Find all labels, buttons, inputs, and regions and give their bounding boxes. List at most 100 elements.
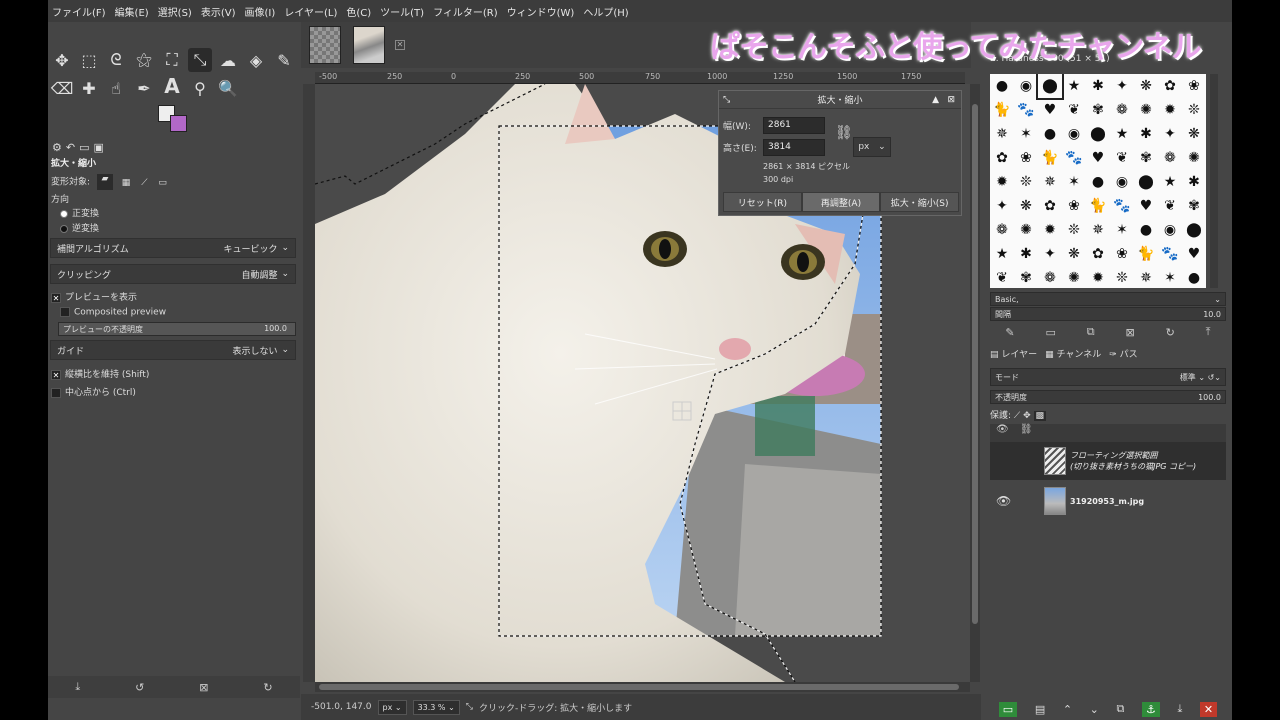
brush-preview-cell[interactable]: ★ <box>1062 74 1086 98</box>
brush-preview-cell[interactable]: ✵ <box>1086 218 1110 242</box>
brush-preview-cell[interactable]: ✿ <box>1038 194 1062 218</box>
unit-select[interactable]: px ⌄ <box>377 699 407 715</box>
chain-link-icon[interactable]: ⛓ <box>835 125 853 141</box>
brush-preview-cell[interactable]: ✦ <box>1038 242 1062 266</box>
brush-preview-cell[interactable]: 🐈 <box>1038 146 1062 170</box>
layer-mode-dropdown[interactable]: モード 標準 ⌄ ↺⌄ <box>990 368 1226 386</box>
interpolation-dropdown[interactable]: 補間アルゴリズム キュービック ⌄ <box>50 238 296 258</box>
menu-file[interactable]: ファイル(F) <box>52 4 106 19</box>
brush-preview-cell[interactable]: ✱ <box>1086 74 1110 98</box>
brush-preview-cell[interactable]: ✹ <box>1038 218 1062 242</box>
brush-preview-cell[interactable]: ❦ <box>1158 194 1182 218</box>
brush-preview-cell[interactable]: ❊ <box>1062 218 1086 242</box>
eraser-tool-icon[interactable]: ⌫ <box>50 76 74 100</box>
close-tab-icon[interactable]: ✕ <box>395 40 405 50</box>
tab-paths[interactable]: ✑ パス <box>1109 347 1137 360</box>
delete-layer-icon[interactable]: ✕ <box>1199 701 1218 717</box>
brush-tag-filter[interactable]: Basic, ⌄ <box>990 292 1226 306</box>
brush-preview-cell[interactable]: 🐾 <box>1158 242 1182 266</box>
collapse-icon[interactable]: ▲ <box>932 95 939 105</box>
eye-icon[interactable]: 👁 <box>996 494 1011 508</box>
brush-preview-cell[interactable]: ❋ <box>1182 122 1206 146</box>
brush-preview-cell[interactable]: ❦ <box>990 266 1014 288</box>
brush-preview-cell[interactable]: 🐾 <box>1062 146 1086 170</box>
brush-preview-cell[interactable]: ● <box>1086 170 1110 194</box>
brush-preview-cell[interactable]: ✾ <box>1182 194 1206 218</box>
menu-layer[interactable]: レイヤー(L) <box>284 4 337 19</box>
brush-preview-cell[interactable]: ✺ <box>1134 98 1158 122</box>
keep-aspect-checkbox[interactable]: ✕ 縦横比を維持 (Shift) <box>51 367 149 380</box>
reset-options-icon[interactable]: ↻ <box>263 681 272 694</box>
menu-select[interactable]: 選択(S) <box>158 4 192 19</box>
brush-preview-cell[interactable]: ✺ <box>1014 218 1038 242</box>
new-layer-icon[interactable]: ▭ <box>998 701 1018 717</box>
brush-scrollbar[interactable] <box>1210 74 1218 288</box>
from-center-checkbox[interactable]: 中心点から (Ctrl) <box>51 385 136 398</box>
brush-preview-cell[interactable]: ● <box>1134 218 1158 242</box>
paintbrush-tool-icon[interactable]: ✎ <box>272 48 296 72</box>
brush-preview-cell[interactable]: ✱ <box>1182 170 1206 194</box>
brush-preview-cell[interactable]: ✶ <box>1110 218 1134 242</box>
direction-reverse-radio[interactable]: 逆変換 <box>60 221 99 234</box>
restore-options-icon[interactable]: ↺ <box>135 681 144 694</box>
brush-preview-cell[interactable]: ❁ <box>1038 266 1062 288</box>
new-layer-group-icon[interactable]: ▤ <box>1035 703 1045 716</box>
show-preview-checkbox[interactable]: ✕ プレビューを表示 <box>51 290 137 303</box>
scroll-thumb[interactable] <box>319 684 959 690</box>
lock-position-icon[interactable]: ✥ <box>1023 411 1033 421</box>
menu-view[interactable]: 表示(V) <box>201 4 236 19</box>
brush-preview-cell[interactable]: ✦ <box>990 194 1014 218</box>
horizontal-scrollbar[interactable] <box>315 682 970 692</box>
delete-brush-icon[interactable]: ⊠ <box>1125 326 1134 339</box>
scale-tool-icon[interactable]: ⤡ <box>188 48 212 72</box>
zoom-select[interactable]: 33.3 % ⌄ <box>412 699 460 715</box>
brush-preview-cell[interactable]: ❋ <box>1062 242 1086 266</box>
brush-preview-cell[interactable]: ❊ <box>1014 170 1038 194</box>
smudge-tool-icon[interactable]: ☝ <box>104 76 128 100</box>
brush-preview-cell[interactable]: ✾ <box>1014 266 1038 288</box>
brush-preview-cell[interactable]: ● <box>990 74 1014 98</box>
brush-preview-cell[interactable]: ♥ <box>1086 146 1110 170</box>
brush-preview-cell[interactable]: ◉ <box>1158 218 1182 242</box>
brush-preview-cell[interactable]: ◉ <box>1014 74 1038 98</box>
brush-preview-cell[interactable]: ♥ <box>1134 194 1158 218</box>
raise-layer-icon[interactable]: ⌃ <box>1063 703 1072 716</box>
transform-image-icon[interactable]: ▭ <box>158 178 167 188</box>
brush-preview-cell[interactable]: ◉ <box>1062 122 1086 146</box>
duplicate-brush-icon[interactable]: ⧉ <box>1087 325 1095 339</box>
brush-preview-cell[interactable]: ✺ <box>1062 266 1086 288</box>
brush-preview-cell[interactable]: ★ <box>1110 122 1134 146</box>
menu-image[interactable]: 画像(I) <box>245 4 276 19</box>
guide-dropdown[interactable]: ガイド 表示しない ⌄ <box>50 340 296 360</box>
move-tool-icon[interactable]: ✥ <box>50 48 74 72</box>
height-input[interactable]: 3814 <box>763 139 825 156</box>
brush-preview-cell[interactable]: ❀ <box>1014 146 1038 170</box>
brush-preview-cell[interactable]: ✦ <box>1158 122 1182 146</box>
rect-select-tool-icon[interactable]: ⬚ <box>77 48 101 72</box>
brush-preview-cell[interactable]: ❦ <box>1062 98 1086 122</box>
bucket-fill-tool-icon[interactable]: ◈ <box>244 48 268 72</box>
fuzzy-select-tool-icon[interactable]: ⚝ <box>132 48 156 72</box>
scale-button[interactable]: 拡大・縮小(S) <box>880 192 960 212</box>
tab-channels[interactable]: ▦ チャンネル <box>1045 347 1101 360</box>
menu-windows[interactable]: ウィンドウ(W) <box>507 4 575 19</box>
lock-alpha-icon[interactable]: ▩ <box>1033 411 1047 421</box>
menu-tools[interactable]: ツール(T) <box>380 4 424 19</box>
brush-preview-cell[interactable]: ✹ <box>1086 266 1110 288</box>
brush-preview-cell[interactable]: ✹ <box>990 170 1014 194</box>
images-tab-icon[interactable]: ▭ <box>79 141 89 154</box>
lock-pixels-icon[interactable]: ⟋ <box>1014 411 1023 421</box>
brush-preview-cell[interactable]: ★ <box>990 242 1014 266</box>
brush-preview-cell[interactable]: ❁ <box>990 218 1014 242</box>
zoom-tool-icon[interactable]: 🔍 <box>216 76 240 100</box>
width-input[interactable]: 2861 <box>763 117 825 134</box>
transform-path-icon[interactable]: ⟋ <box>141 178 147 188</box>
duplicate-layer-icon[interactable]: ⧉ <box>1116 702 1124 716</box>
brush-preview-cell[interactable]: ⬤ <box>1086 122 1110 146</box>
brush-preview-cell[interactable]: ● <box>1182 266 1206 288</box>
brush-preview-cell[interactable]: ✱ <box>1134 122 1158 146</box>
brush-preview-cell[interactable]: ⬤ <box>1182 218 1206 242</box>
vertical-scrollbar[interactable] <box>970 84 980 682</box>
brush-preview-cell[interactable]: ❋ <box>1134 74 1158 98</box>
reset-button[interactable]: リセット(R) <box>723 192 802 212</box>
